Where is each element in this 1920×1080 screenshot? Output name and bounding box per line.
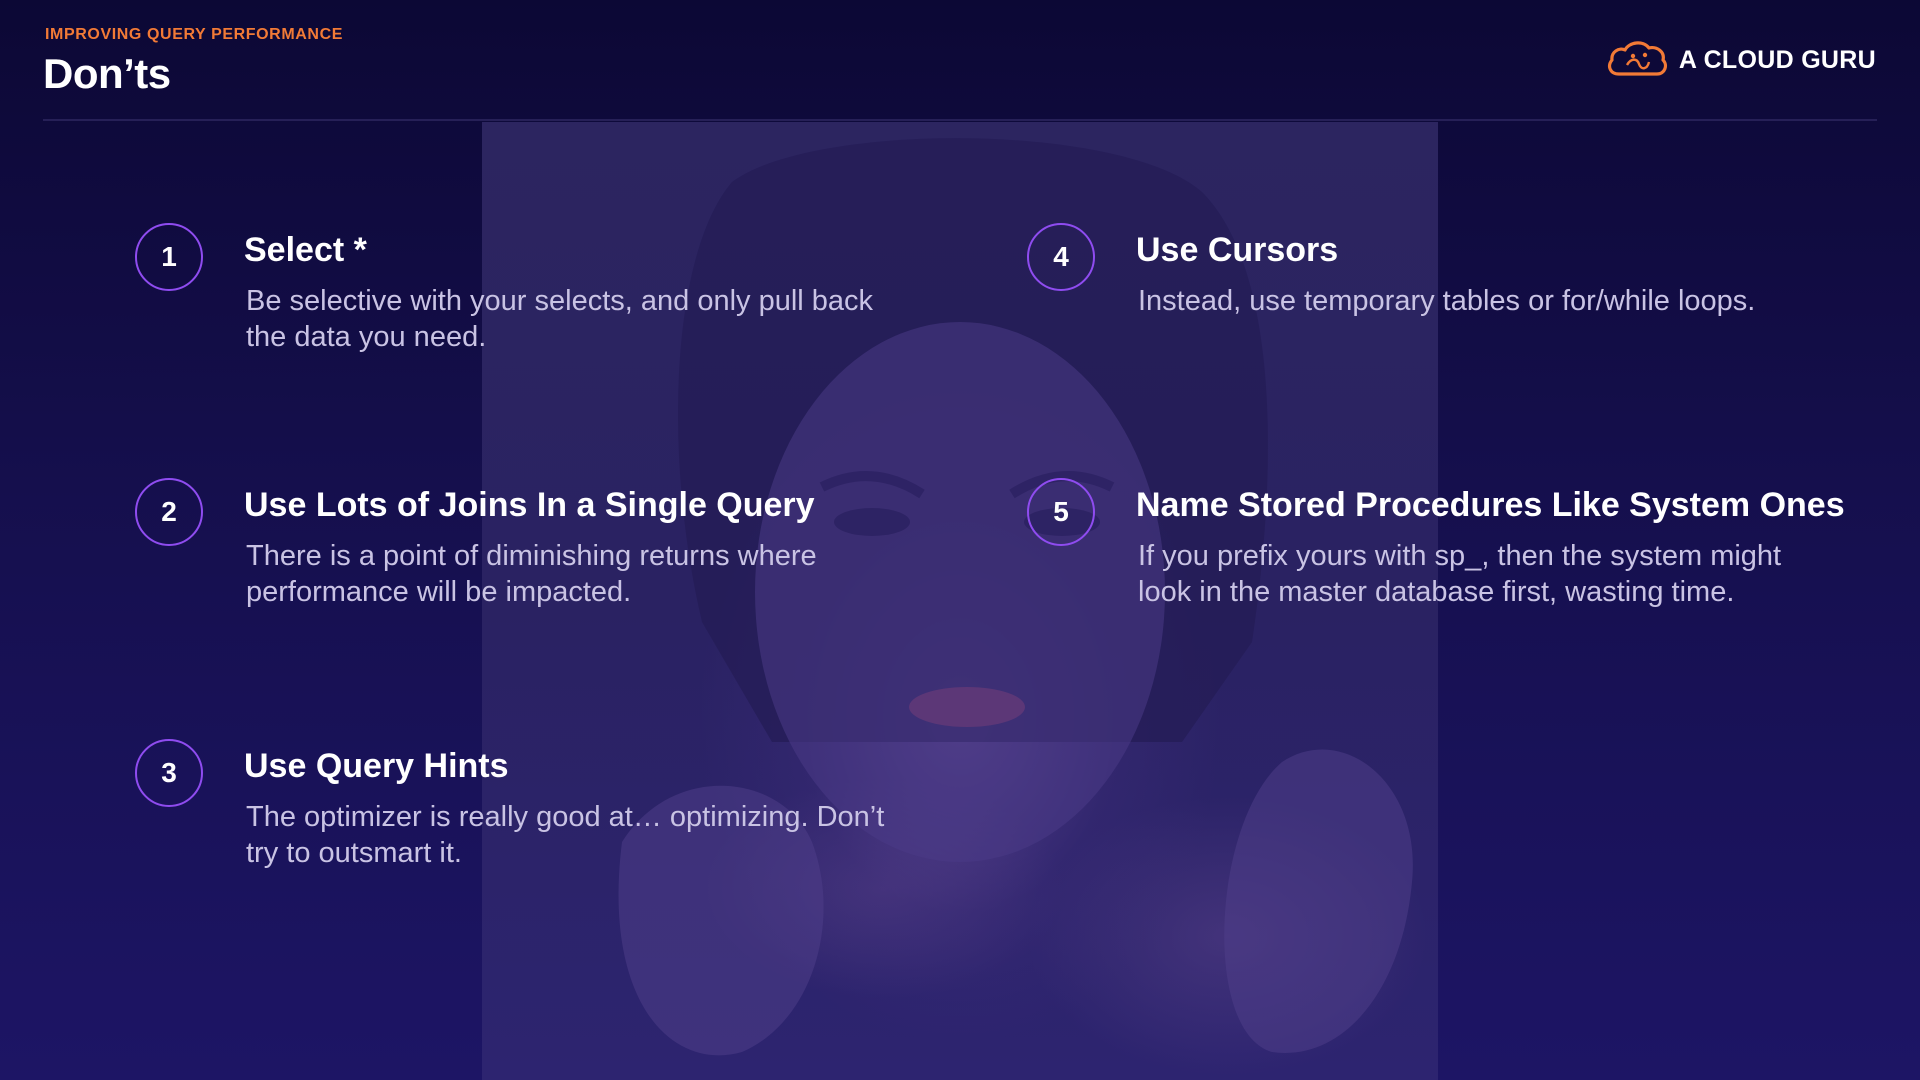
dont-item-2: 2 Use Lots of Joins In a Single Query Th… <box>135 478 895 628</box>
item-heading: Name Stored Procedures Like System Ones <box>1136 486 1845 524</box>
item-heading: Use Cursors <box>1136 231 1339 269</box>
number-badge: 4 <box>1027 223 1095 291</box>
item-heading: Use Lots of Joins In a Single Query <box>244 486 815 524</box>
brand-name: A CLOUD GURU <box>1678 46 1876 74</box>
dont-item-3: 3 Use Query Hints The optimizer is reall… <box>135 739 895 889</box>
item-description: The optimizer is really good at… optimiz… <box>246 801 885 869</box>
number-badge: 3 <box>135 739 203 807</box>
item-heading: Use Query Hints <box>244 747 509 785</box>
dont-item-1: 1 Select * Be selective with your select… <box>135 223 895 373</box>
item-heading: Select * <box>244 231 367 269</box>
brand-logo: A CLOUD GURU <box>1605 38 1876 83</box>
item-description: If you prefix yours with sp_, then the s… <box>1138 540 1782 608</box>
item-description: Be selective with your selects, and only… <box>246 285 874 353</box>
dont-item-5: 5 Name Stored Procedures Like System One… <box>1027 478 1897 668</box>
cloud-icon <box>1605 38 1669 83</box>
dont-item-4: 4 Use Cursors Instead, use temporary tab… <box>1027 223 1887 373</box>
item-description: There is a point of diminishing returns … <box>246 540 817 608</box>
number-badge: 1 <box>135 223 203 291</box>
item-description: Instead, use temporary tables or for/whi… <box>1138 285 1756 317</box>
number-badge: 2 <box>135 478 203 546</box>
number-badge: 5 <box>1027 478 1095 546</box>
page-title: Don’ts <box>43 50 171 97</box>
header-divider <box>43 119 1877 121</box>
section-eyebrow: IMPROVING QUERY PERFORMANCE <box>45 26 344 43</box>
